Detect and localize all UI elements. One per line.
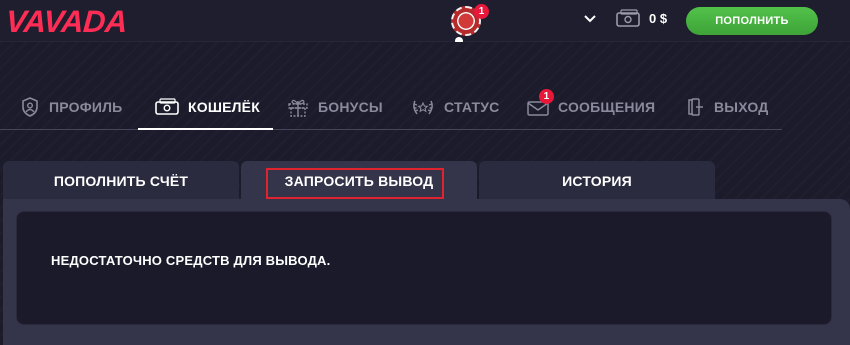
balance-value: 0 $	[649, 11, 668, 26]
nav-item-wallet[interactable]: КОШЕЛЁК	[155, 95, 260, 119]
tab-deposit[interactable]: ПОПОЛНИТЬ СЧЁТ	[3, 161, 239, 201]
nav-label-messages: СООБЩЕНИЯ	[558, 99, 656, 115]
wallet-icon	[155, 98, 179, 116]
logout-icon	[685, 97, 705, 117]
wallet-icon[interactable]	[615, 9, 641, 29]
nav-item-bonuses[interactable]: БОНУСЫ	[287, 95, 383, 119]
top-bar: VAVADA 1 0 $ ПОПОЛНИТЬ	[0, 0, 850, 54]
nav-label-status: СТАТУС	[444, 99, 500, 115]
messages-badge: 1	[539, 89, 554, 104]
logo[interactable]: VAVADA	[5, 4, 128, 40]
tab-history[interactable]: ИСТОРИЯ	[479, 161, 715, 201]
avatar[interactable]: 1	[451, 4, 489, 54]
gift-icon	[287, 97, 309, 117]
insufficient-funds-message: НЕДОСТАТОЧНО СРЕДСТВ ДЛЯ ВЫВОДА.	[51, 253, 331, 268]
deposit-button[interactable]: ПОПОЛНИТЬ	[686, 7, 818, 35]
tab-highlight-frame	[266, 168, 444, 199]
nav-label-wallet: КОШЕЛЁК	[188, 99, 260, 115]
laurel-icon	[411, 97, 435, 117]
nav-label-logout: ВЫХОД	[714, 99, 769, 115]
nav-label-profile: ПРОФИЛЬ	[49, 99, 123, 115]
account-nav: ПРОФИЛЬ КОШЕЛЁК БОНУСЫ СТАТУС 1 СООБЩЕНИ…	[0, 84, 782, 130]
nav-label-bonuses: БОНУСЫ	[318, 99, 383, 115]
avatar-badge: 1	[474, 4, 489, 19]
chevron-down-icon[interactable]	[583, 12, 597, 26]
withdraw-panel-body	[16, 211, 832, 325]
nav-item-logout[interactable]: ВЫХОД	[685, 95, 768, 119]
nav-item-status[interactable]: СТАТУС	[411, 95, 499, 119]
nav-item-messages[interactable]: 1 СООБЩЕНИЯ	[527, 89, 656, 119]
nav-active-indicator	[138, 128, 273, 130]
shield-user-icon	[20, 97, 40, 117]
nav-item-profile[interactable]: ПРОФИЛЬ	[20, 95, 122, 119]
